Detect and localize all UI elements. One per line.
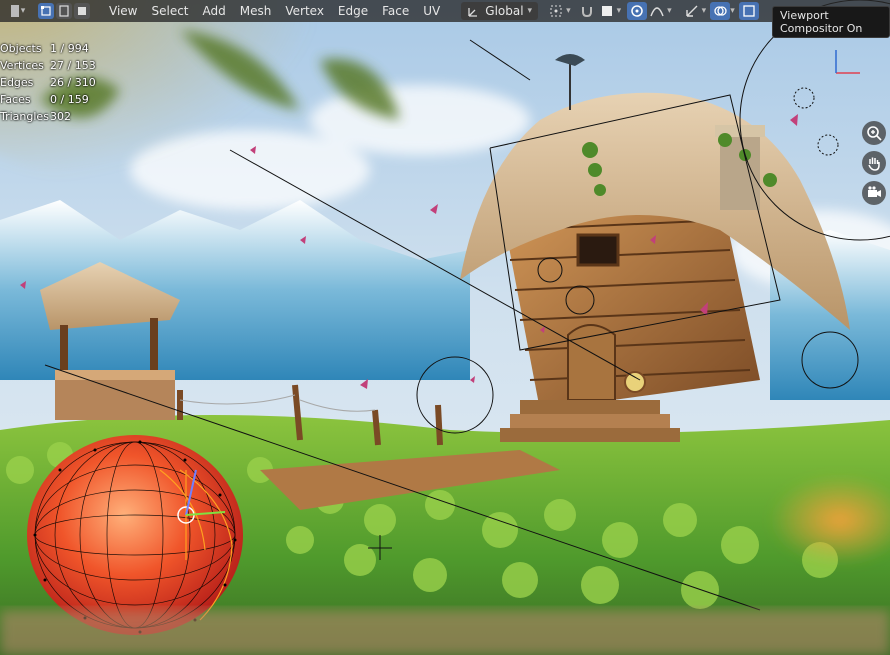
stat-label: Triangles (0, 110, 49, 123)
menu-vertex[interactable]: Vertex (278, 0, 331, 22)
chevron-down-icon: ▾ (730, 6, 735, 16)
3d-viewport[interactable]: ▾ View Select Add Mesh Vertex Edge Face … (0, 0, 890, 655)
camera-view-button[interactable] (862, 181, 886, 205)
orientation-icon (468, 8, 478, 17)
snap-toggle-button[interactable] (577, 2, 597, 20)
menu-select[interactable]: Select (144, 0, 195, 22)
viewport-compositor-tooltip: Viewport Compositor On (772, 6, 890, 38)
stat-triangles: Triangles 302 (0, 108, 96, 125)
zoom-icon (867, 126, 882, 141)
stat-value: 26 / 310 (50, 76, 96, 89)
proportional-editing-icon (631, 5, 643, 17)
stat-value: 1 / 994 (50, 42, 89, 55)
zoom-button[interactable] (862, 121, 886, 145)
chevron-down-icon: ▾ (20, 6, 26, 16)
face-select-mode-icon (78, 7, 86, 15)
stat-value: 0 / 159 (50, 93, 89, 106)
chevron-down-icon: ▾ (701, 6, 707, 16)
stat-label: Vertices (0, 59, 44, 72)
pivot-point-icon (550, 5, 562, 17)
falloff-curve-icon (650, 7, 664, 17)
overlays-toggle-button[interactable] (710, 2, 731, 20)
scene-statistics: Objects 1 / 994 Vertices 27 / 153 Edges … (0, 40, 96, 125)
chevron-down-icon: ▾ (667, 6, 672, 16)
cursor-icon (10, 5, 19, 17)
apple-mesh (27, 435, 243, 635)
chevron-down-icon: ▾ (616, 6, 622, 16)
menu-face[interactable]: Face (375, 0, 416, 22)
camera-icon (868, 186, 881, 197)
menu-mesh[interactable]: Mesh (233, 0, 279, 22)
gizmo-visibility-button[interactable] (682, 2, 702, 20)
viewport-header: ▾ View Select Add Mesh Vertex Edge Face … (0, 0, 890, 22)
pan-button[interactable] (862, 151, 886, 175)
chevron-down-icon: ▾ (566, 6, 571, 16)
pan-hand-icon (868, 157, 880, 171)
stat-label: Objects (0, 42, 42, 55)
vertex-select-mode-button[interactable] (38, 3, 54, 19)
menu-view[interactable]: View (102, 0, 144, 22)
xray-toggle-button[interactable] (738, 2, 759, 20)
xray-icon (743, 5, 755, 17)
chevron-down-icon: ▾ (527, 6, 533, 16)
edge-select-mode-button[interactable] (56, 3, 72, 19)
overlays-icon (714, 6, 727, 16)
stat-value: 27 / 153 (50, 59, 96, 72)
stat-objects: Objects 1 / 994 (0, 40, 96, 57)
stat-edges: Edges 26 / 310 (0, 74, 96, 91)
gizmo-icon (685, 5, 698, 17)
magnet-icon (581, 7, 592, 18)
menu-add[interactable]: Add (196, 0, 233, 22)
stat-label: Faces (0, 93, 31, 106)
proportional-editing-button[interactable] (627, 2, 648, 20)
editor-type-selector[interactable]: ▾ (0, 2, 36, 20)
viewport-render (0, 0, 890, 655)
stat-label: Edges (0, 76, 34, 89)
pivot-point-button[interactable] (546, 2, 566, 20)
vertex-select-mode-icon (41, 6, 51, 16)
transform-orientation-value: Global (485, 4, 524, 18)
face-select-mode-button[interactable] (74, 3, 90, 19)
falloff-button[interactable] (647, 2, 667, 20)
stat-faces: Faces 0 / 159 (0, 91, 96, 108)
square-snap-icon (601, 6, 612, 16)
foreground-ledge (0, 610, 890, 655)
stat-vertices: Vertices 27 / 153 (0, 57, 96, 74)
snap-target-button[interactable] (597, 2, 617, 20)
edge-select-mode-icon (59, 5, 69, 17)
transform-orientation-dropdown[interactable]: Global ▾ (461, 2, 539, 20)
menu-uv[interactable]: UV (416, 0, 447, 22)
menu-edge[interactable]: Edge (331, 0, 375, 22)
stat-value: 302 (50, 110, 71, 123)
